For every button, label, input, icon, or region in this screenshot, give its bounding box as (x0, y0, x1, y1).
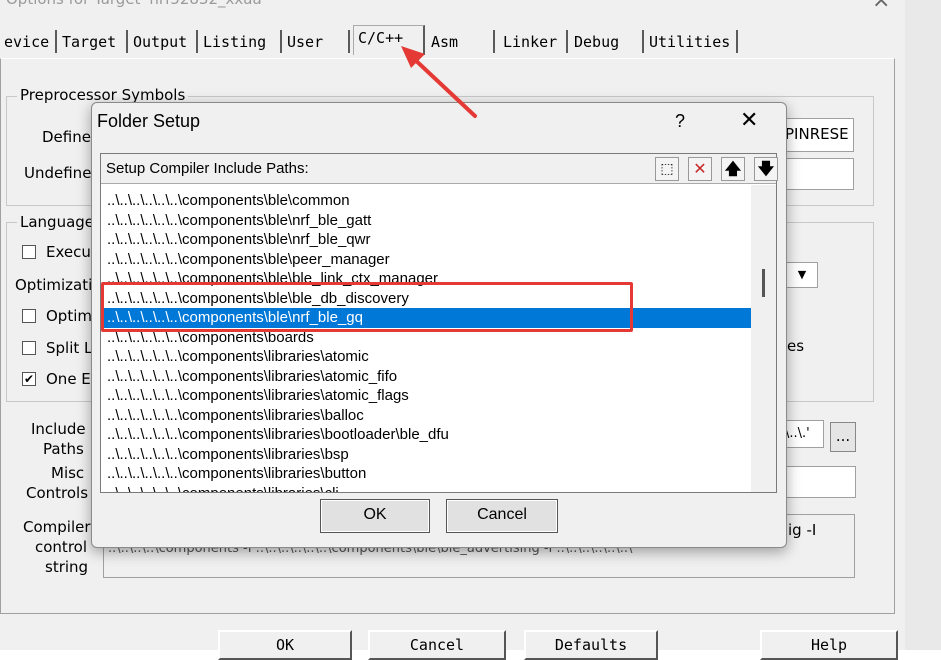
desktop-right-strip (905, 0, 941, 650)
list-item[interactable]: ..\..\..\..\..\..\components\libraries\a… (101, 347, 751, 367)
delete-icon[interactable]: ✕ (688, 157, 712, 181)
undefine-field[interactable] (780, 158, 854, 190)
include-paths-field[interactable]: \..\.' (784, 420, 824, 448)
list-item[interactable]: ..\..\..\..\..\..\components\ble\nrf_ble… (101, 211, 751, 231)
split-load-checkbox[interactable] (22, 341, 36, 355)
tab-debug[interactable]: Debug (570, 30, 644, 53)
list-item[interactable]: ..\..\..\..\..\..\components\libraries\b… (101, 464, 751, 484)
chevron-down-icon: ▼ (797, 268, 807, 281)
help-icon[interactable]: ? (675, 111, 685, 132)
list-scrollbar[interactable] (751, 185, 776, 492)
list-item[interactable]: ..\..\..\..\..\..\components\libraries\a… (101, 386, 751, 406)
dialog-cancel-button[interactable]: Cancel (446, 499, 558, 533)
compiler-string-label-1: Compiler (23, 518, 91, 536)
language-group-label: Language (17, 213, 98, 231)
list-item[interactable]: ..\..\..\..\..\..\components\ble\nrf_ble… (101, 230, 751, 250)
options-close-icon[interactable]: × (872, 0, 890, 13)
close-icon[interactable]: ✕ (740, 107, 758, 133)
options-window-title: Options for Target 'nrf52832_xxaa' (6, 0, 266, 8)
one-elf-checkbox[interactable]: ✔ (22, 372, 36, 386)
options-ok-button[interactable]: OK (218, 630, 352, 660)
list-item[interactable]: ..\..\..\..\..\..\components\libraries\b… (101, 445, 751, 465)
red-arrow-icon (401, 46, 477, 118)
move-down-icon[interactable]: 🡇 (754, 157, 778, 181)
include-paths-label-2: Paths (43, 440, 84, 458)
list-header-label: Setup Compiler Include Paths: (106, 160, 309, 177)
tab-linker[interactable]: Linker (499, 30, 568, 53)
list-item[interactable]: ..\..\..\..\..\..\components\ble\common (101, 191, 751, 211)
tab-output[interactable]: Output (129, 30, 198, 53)
split-load-label: Split L (46, 339, 93, 357)
dialog-title: Folder Setup (97, 111, 201, 131)
options-cancel-button[interactable]: Cancel (368, 630, 506, 660)
optimization-label: Optimizatio (15, 276, 102, 294)
tab-target[interactable]: Target (58, 30, 128, 53)
list-item[interactable]: ..\..\..\..\..\..\components\ble\peer_ma… (101, 250, 751, 270)
tab-user[interactable]: User (283, 30, 350, 53)
optimize-checkbox[interactable] (22, 309, 36, 323)
options-defaults-button[interactable]: Defaults (524, 630, 658, 660)
compiler-string-label-2: control (35, 538, 87, 556)
list-item[interactable]: ..\..\..\..\..\..\components\libraries\c… (101, 484, 751, 493)
misc-controls-label-1: Misc (51, 464, 85, 482)
execute-only-label: Execu (46, 243, 91, 261)
misc-controls-field[interactable] (784, 466, 856, 498)
define-field[interactable]: PINRESE (780, 118, 854, 152)
move-up-icon[interactable]: 🡅 (721, 157, 745, 181)
list-item[interactable]: ..\..\..\..\..\..\components\libraries\a… (101, 367, 751, 387)
compiler-string-tail: ig -I (788, 521, 817, 539)
include-paths-browse-button[interactable]: ... (830, 422, 856, 452)
include-paths-list[interactable]: ..\..\..\..\..\..\components\ble\common … (101, 191, 751, 492)
optimize-label: Optimi (46, 307, 97, 325)
options-help-button[interactable]: Help (760, 630, 898, 660)
compiler-string-label-3: string (45, 558, 89, 576)
red-highlight-box (101, 282, 633, 332)
define-label: Define: (42, 128, 97, 146)
include-paths-label-1: Include (31, 420, 86, 438)
list-item[interactable]: ..\..\..\..\..\..\components\libraries\b… (101, 425, 751, 445)
tab-listing[interactable]: Listing (199, 30, 282, 53)
undefine-label: Undefine: (24, 164, 97, 182)
tab-utilities[interactable]: Utilities (645, 30, 738, 53)
misc-controls-label-2: Controls (26, 484, 89, 502)
language-right-text: es (787, 337, 805, 355)
list-item[interactable]: ..\..\..\..\..\..\components\libraries\b… (101, 406, 751, 426)
scrollbar-thumb[interactable] (762, 269, 765, 297)
dialog-ok-button[interactable]: OK (320, 499, 430, 533)
warnings-dropdown[interactable]: ▼ (786, 262, 818, 288)
one-elf-label: One E (46, 370, 91, 388)
execute-only-checkbox[interactable] (22, 245, 36, 259)
tab-device[interactable]: evice (0, 30, 57, 53)
list-header: Setup Compiler Include Paths: ⬚ ✕ 🡅 🡇 (101, 154, 778, 184)
new-folder-icon[interactable]: ⬚ (655, 157, 679, 181)
